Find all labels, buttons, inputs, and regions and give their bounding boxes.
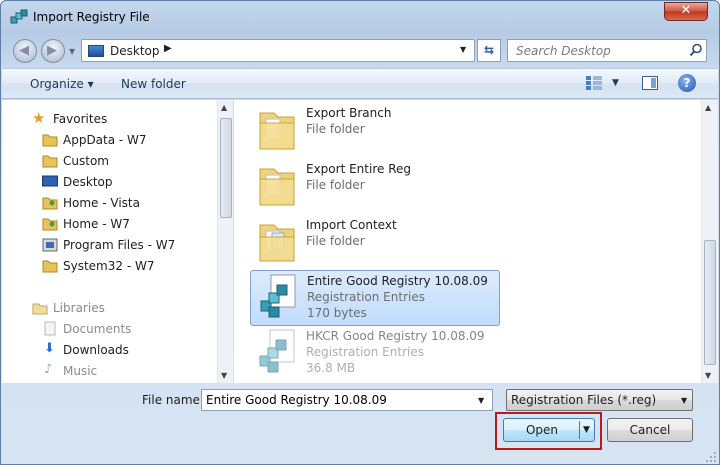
address-location[interactable]: Desktop xyxy=(110,44,160,58)
title-bar[interactable]: Import Registry File ✕ xyxy=(1,1,719,33)
recent-pages-dropdown-icon[interactable]: ▼ xyxy=(69,47,75,56)
nav-item-home-vista[interactable]: Home - Vista xyxy=(2,193,217,213)
search-input[interactable]: Search Desktop xyxy=(507,39,707,62)
open-button-label: Open xyxy=(525,423,559,437)
filter-dropdown-icon[interactable]: ▼ xyxy=(681,396,687,405)
registry-file-icon xyxy=(260,274,296,318)
import-registry-dialog: Import Registry File ✕ ◀ ▶ ▼ Desktop ▶ ▼… xyxy=(0,0,720,465)
desktop-icon xyxy=(88,45,104,57)
folder-icon xyxy=(42,155,58,168)
breadcrumb-arrow-icon[interactable]: ▶ xyxy=(164,43,172,54)
user-folder-icon xyxy=(42,218,58,231)
navigation-scrollbar[interactable]: ▲ ▼ xyxy=(217,100,233,383)
file-name-input[interactable] xyxy=(201,389,493,411)
nav-item-music[interactable]: ♪ Music xyxy=(2,361,217,381)
libraries-icon xyxy=(32,303,48,315)
folder-icon xyxy=(42,260,58,273)
forward-arrow-icon: ▶ xyxy=(47,43,57,58)
file-name: Export Entire Reg xyxy=(306,162,411,176)
star-icon: ★ xyxy=(32,109,46,127)
music-note-icon: ♪ xyxy=(44,362,53,377)
window-title: Import Registry File xyxy=(33,10,150,24)
scroll-up-icon[interactable]: ▲ xyxy=(221,103,227,112)
registry-file-icon xyxy=(259,329,295,373)
nav-libraries-header[interactable]: Libraries xyxy=(2,298,217,318)
file-type: Registration Entries xyxy=(306,345,424,359)
scroll-down-icon[interactable]: ▼ xyxy=(705,371,711,380)
file-item-registry[interactable]: HKCR Good Registry 10.08.09 Registration… xyxy=(250,326,500,382)
resize-grip-icon[interactable] xyxy=(705,451,717,463)
view-options-dropdown-icon[interactable]: ▼ xyxy=(612,78,619,88)
file-list-scrollbar[interactable]: ▲ ▼ xyxy=(701,100,718,383)
file-name: Export Branch xyxy=(306,106,392,120)
file-name-dropdown-icon[interactable]: ▼ xyxy=(478,396,484,405)
program-folder-icon xyxy=(42,238,58,252)
search-placeholder: Search Desktop xyxy=(516,44,611,58)
nav-item-appdata[interactable]: AppData - W7 xyxy=(2,130,217,150)
nav-item-custom[interactable]: Custom xyxy=(2,151,217,171)
nav-favorites-header[interactable]: ★ Favorites xyxy=(2,109,217,129)
user-folder-icon xyxy=(42,197,58,210)
download-arrow-icon: ⬇ xyxy=(44,341,55,356)
nav-item-desktop[interactable]: Desktop xyxy=(2,172,217,192)
file-name-label: File name: xyxy=(142,393,204,407)
organize-button[interactable]: Organize ▾ xyxy=(30,77,94,91)
change-view-icon[interactable] xyxy=(586,76,602,90)
folder-icon xyxy=(259,168,295,206)
file-type-filter-select[interactable]: Registration Files (*.reg) xyxy=(506,389,693,411)
nav-item-system32[interactable]: System32 - W7 xyxy=(2,256,217,276)
file-name: Entire Good Registry 10.08.09 xyxy=(307,274,488,288)
file-item-folder[interactable]: Import Context File folder xyxy=(250,215,500,271)
file-item-folder[interactable]: Export Branch File folder xyxy=(250,103,500,159)
scroll-down-icon[interactable]: ▼ xyxy=(221,371,227,380)
file-size: 36.8 MB xyxy=(306,361,356,375)
file-item-folder[interactable]: Export Entire Reg File folder xyxy=(250,159,500,215)
nav-item-downloads[interactable]: ⬇ Downloads xyxy=(2,340,217,360)
file-name: Import Context xyxy=(306,218,397,232)
address-dropdown-icon[interactable]: ▼ xyxy=(460,45,466,54)
back-button[interactable]: ◀ xyxy=(13,39,37,63)
refresh-button[interactable]: ⇆ xyxy=(477,39,501,62)
preview-pane-icon[interactable] xyxy=(642,76,658,90)
file-type-filter-value: Registration Files (*.reg) xyxy=(511,393,657,407)
file-name: HKCR Good Registry 10.08.09 xyxy=(306,329,485,343)
scroll-thumb[interactable] xyxy=(704,240,716,365)
split-divider xyxy=(579,421,580,439)
nav-item-home-w7[interactable]: Home - W7 xyxy=(2,214,217,234)
file-size: 170 bytes xyxy=(307,306,367,320)
open-dropdown-icon[interactable]: ▼ xyxy=(583,419,590,441)
cancel-button[interactable]: Cancel xyxy=(607,418,693,442)
nav-item-documents[interactable]: Documents xyxy=(2,319,217,339)
command-bar xyxy=(2,68,718,99)
file-type: File folder xyxy=(306,234,365,248)
open-button[interactable]: Open ▼ xyxy=(503,418,595,442)
help-icon[interactable]: ? xyxy=(678,74,696,92)
scroll-up-icon[interactable]: ▲ xyxy=(705,103,711,112)
back-arrow-icon: ◀ xyxy=(19,43,29,58)
file-type: Registration Entries xyxy=(307,290,425,304)
search-icon[interactable] xyxy=(689,43,703,57)
scroll-thumb[interactable] xyxy=(220,118,232,218)
desktop-icon xyxy=(42,175,58,187)
file-type: File folder xyxy=(306,122,365,136)
address-bar[interactable]: Desktop ▶ ▼ xyxy=(81,39,475,62)
nav-item-program-files[interactable]: Program Files - W7 xyxy=(2,235,217,255)
documents-icon xyxy=(44,321,56,336)
close-button[interactable]: ✕ xyxy=(664,2,708,21)
folder-icon xyxy=(259,112,295,150)
file-item-registry-selected[interactable]: Entire Good Registry 10.08.09 Registrati… xyxy=(250,270,500,326)
file-type: File folder xyxy=(306,178,365,192)
folder-icon xyxy=(42,134,58,147)
folder-icon xyxy=(259,224,295,262)
regedit-icon xyxy=(10,9,28,24)
navigation-pane[interactable]: ★ Favorites AppData - W7 Custom Desktop … xyxy=(2,100,233,383)
forward-button[interactable]: ▶ xyxy=(41,39,65,63)
new-folder-button[interactable]: New folder xyxy=(121,77,186,91)
